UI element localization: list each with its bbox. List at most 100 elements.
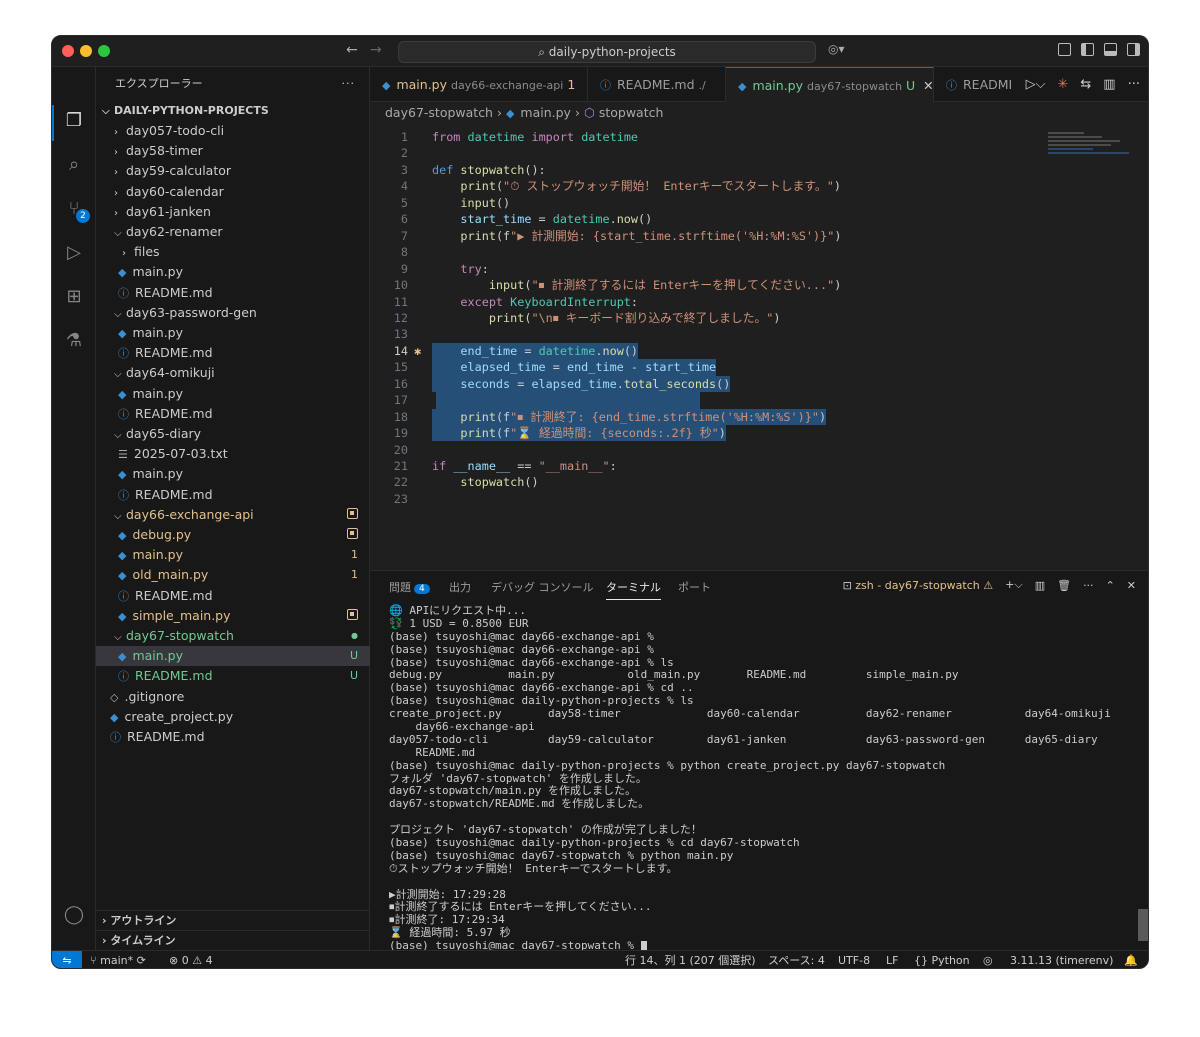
new-terminal-icon[interactable]: +⌵ xyxy=(1005,578,1023,592)
account-icon[interactable]: ◯ xyxy=(62,903,86,927)
file-item[interactable]: ◇ .gitignore xyxy=(96,687,370,707)
branch-indicator[interactable]: ⑂ main* ⟳ xyxy=(90,951,146,968)
code-line[interactable]: print("⏱ ストップウォッチ開始！ Enterキーでスタートします。") xyxy=(432,178,841,194)
zoom-window-button[interactable] xyxy=(98,45,110,57)
folder-item[interactable]: › day057-todo-cli xyxy=(96,121,370,141)
folder-item[interactable]: › day58-timer xyxy=(96,141,370,161)
outline-section[interactable]: › アウトライン xyxy=(96,910,370,930)
code-editor[interactable]: 1 from datetime import datetime 2 3 def stop… xyxy=(370,124,1148,570)
code-line[interactable]: elapsed_time = end_time - start_time xyxy=(432,359,717,376)
tab-problems[interactable]: 問題 4 xyxy=(389,579,430,595)
file-item[interactable]: ◆ main.py 1 xyxy=(96,545,370,565)
file-item[interactable]: ◆ main.py xyxy=(96,323,370,343)
notifications-bell-icon[interactable]: 🔔 xyxy=(1124,951,1138,968)
code-line[interactable]: if __name__ == "__main__": xyxy=(432,458,617,474)
breadcrumb-folder[interactable]: day67-stopwatch xyxy=(385,105,493,120)
lightbulb-icon[interactable]: ✱ xyxy=(414,343,421,359)
folder-item[interactable]: ⌵ day63-password-gen xyxy=(96,303,370,323)
file-item[interactable]: ⓘ README.md xyxy=(96,727,370,747)
run-debug-icon[interactable]: ▷ xyxy=(62,241,86,265)
remote-icon[interactable]: ⇋ xyxy=(52,951,82,968)
split-editor-icon[interactable]: ▥ xyxy=(1103,77,1115,92)
minimize-window-button[interactable] xyxy=(80,45,92,57)
close-window-button[interactable] xyxy=(62,45,74,57)
close-panel-icon[interactable]: ✕ xyxy=(1127,579,1136,592)
code-line[interactable]: print(f"⌛ 経過時間: {seconds:.2f} 秒") xyxy=(432,425,726,442)
cursor-position[interactable]: 行 14、列 1 (207 個選択) xyxy=(625,951,756,968)
more-actions-icon[interactable]: ··· xyxy=(1128,77,1140,92)
more-actions-icon[interactable]: ··· xyxy=(1083,579,1094,592)
code-line[interactable]: stopwatch() xyxy=(432,474,538,490)
code-line[interactable]: input("⏹ 計測終了するには Enterキーを押してください...") xyxy=(432,277,842,293)
search-icon[interactable]: ⌕ xyxy=(62,153,86,177)
tab-ports[interactable]: ポート xyxy=(678,579,711,595)
tab-terminal[interactable]: ターミナル xyxy=(606,579,661,600)
workspace-root[interactable]: ⌵ DAILY-PYTHON-PROJECTS xyxy=(96,101,370,121)
file-item[interactable]: ☰ 2025-07-03.txt xyxy=(96,444,370,464)
file-item[interactable]: ⓘ README.md U xyxy=(96,666,370,686)
tab-debug-console[interactable]: デバッグ コンソール xyxy=(491,579,594,595)
code-line[interactable]: seconds = elapsed_time.total_seconds() xyxy=(432,375,731,393)
toggle-sidebar-icon[interactable] xyxy=(1081,43,1094,56)
indentation[interactable]: スペース: 4 xyxy=(768,951,825,968)
tab-main-py-day66[interactable]: ◆ main.py day66-exchange-api 1 xyxy=(370,67,588,102)
folder-item[interactable]: ⌵ day66-exchange-api xyxy=(96,505,370,525)
tab-readme-2[interactable]: ⓘ READMI xyxy=(934,67,1014,102)
breadcrumb-symbol[interactable]: stopwatch xyxy=(599,105,664,120)
explorer-icon[interactable]: ❐ xyxy=(62,109,86,133)
extensions-icon[interactable]: ⊞ xyxy=(62,285,86,309)
close-tab-icon[interactable]: ✕ xyxy=(923,78,933,93)
toggle-panel-icon[interactable] xyxy=(1104,43,1117,56)
file-item[interactable]: ⓘ README.md xyxy=(96,283,370,303)
folder-item[interactable]: › day60-calendar xyxy=(96,182,370,202)
timeline-section[interactable]: › タイムライン xyxy=(96,930,370,950)
folder-item[interactable]: › files xyxy=(96,242,370,262)
code-line[interactable]: print("\n⏹ キーボード割り込みで終了しました。") xyxy=(432,310,781,326)
code-line[interactable]: def stopwatch(): xyxy=(432,162,546,178)
file-item[interactable]: ⓘ README.md xyxy=(96,343,370,363)
layout-customize-icon[interactable] xyxy=(1058,43,1071,56)
breadcrumb-file[interactable]: main.py xyxy=(520,105,571,120)
tab-output[interactable]: 出力 xyxy=(449,579,471,595)
minimap[interactable] xyxy=(1048,130,1138,170)
tab-main-py-day67[interactable]: ◆ main.py day67-stopwatch U ✕ xyxy=(726,67,934,102)
python-interpreter[interactable]: 3.11.13 (timerenv) xyxy=(1010,951,1113,968)
file-item[interactable]: ⓘ README.md xyxy=(96,485,370,505)
run-python-icon[interactable]: ▷⌵ xyxy=(1026,77,1046,92)
explorer-more-button[interactable]: ··· xyxy=(342,67,356,101)
forward-arrow-icon[interactable]: → xyxy=(370,42,382,58)
folder-item[interactable]: › day61-janken xyxy=(96,202,370,222)
testing-flask-icon[interactable]: ⚗ xyxy=(62,329,86,353)
code-line[interactable]: print(f"⏹ 計測終了: {end_time.strftime('%H:%… xyxy=(432,408,827,426)
code-line[interactable]: try: xyxy=(432,261,488,277)
code-line[interactable]: start_time = datetime.now() xyxy=(432,211,652,227)
compare-changes-icon[interactable]: ⇆ xyxy=(1080,77,1091,92)
maximize-panel-icon[interactable]: ⌃ xyxy=(1106,579,1115,592)
file-item[interactable]: ⓘ README.md xyxy=(96,404,370,424)
file-item[interactable]: ◆ main.py xyxy=(96,464,370,484)
folder-item[interactable]: ⌵ day67-stopwatch ● xyxy=(96,626,370,646)
problems-indicator[interactable]: ⊗ 0 ⚠ 4 xyxy=(169,951,213,968)
language-mode[interactable]: {} Python xyxy=(914,951,970,968)
file-item[interactable]: ◆ main.py U xyxy=(96,646,370,667)
code-line[interactable]: print(f"▶ 計測開始: {start_time.strftime('%H… xyxy=(432,228,841,244)
file-item[interactable]: ◆ main.py xyxy=(96,262,370,282)
claude-icon[interactable]: ✳ xyxy=(1057,77,1068,92)
file-item[interactable]: ⓘ README.md xyxy=(96,586,370,606)
code-line[interactable]: end_time = datetime.now() xyxy=(432,342,639,360)
terminal-instance[interactable]: ⊡ zsh - day67-stopwatch ⚠ xyxy=(843,579,994,592)
file-item[interactable]: ◆ debug.py xyxy=(96,525,370,545)
copilot-status-icon[interactable]: ◎ xyxy=(983,951,993,968)
code-line[interactable]: from datetime import datetime xyxy=(432,129,638,145)
copilot-icon[interactable]: ◎▾ xyxy=(828,42,845,56)
file-item[interactable]: ◆ main.py xyxy=(96,384,370,404)
file-item[interactable]: ◆ simple_main.py xyxy=(96,606,370,626)
terminal-scrollbar[interactable] xyxy=(1138,909,1148,941)
folder-item[interactable]: ⌵ day62-renamer xyxy=(96,222,370,242)
folder-item[interactable]: ⌵ day64-omikuji xyxy=(96,363,370,383)
code-line[interactable]: input() xyxy=(432,195,510,211)
line-ending[interactable]: LF xyxy=(886,951,898,968)
tab-readme[interactable]: ⓘ README.md ./ xyxy=(588,67,726,102)
command-center-search[interactable]: ⌕ daily-python-projects xyxy=(398,41,816,63)
terminal-output[interactable]: 🌐 APIにリクエスト中... 💱 1 USD = 0.8500 EUR (base… xyxy=(389,604,1134,953)
